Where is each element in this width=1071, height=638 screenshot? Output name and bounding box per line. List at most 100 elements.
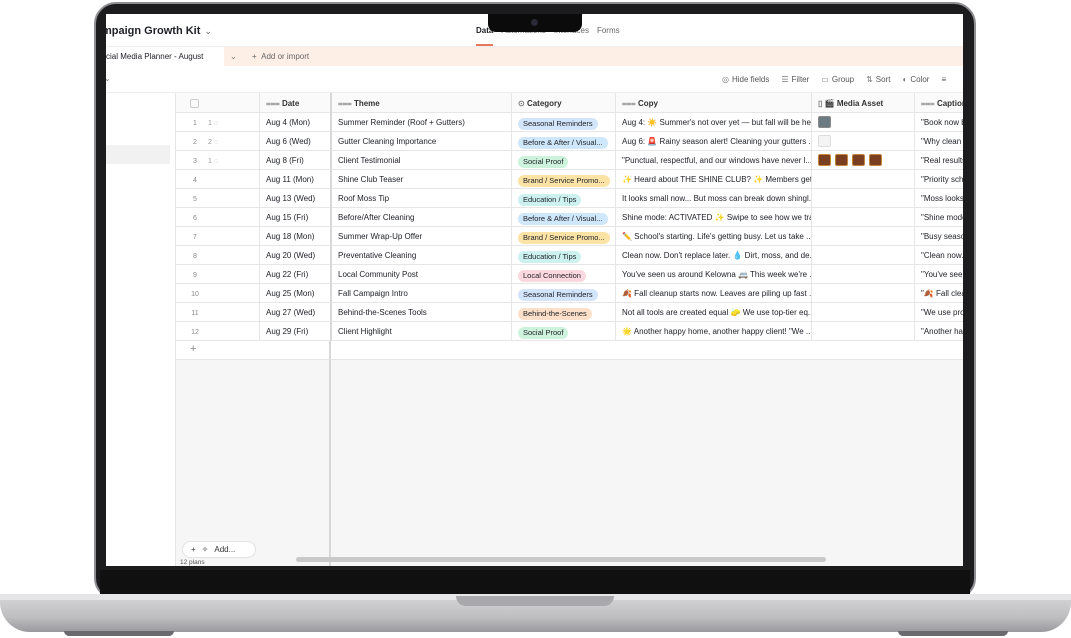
row-number-cell[interactable]: 5 <box>176 189 260 208</box>
caption-cell[interactable]: "Busy season <box>915 227 963 246</box>
row-number-cell[interactable]: 11 <box>176 303 260 322</box>
add-record-button[interactable]: + <box>176 341 331 360</box>
media-thumbnail[interactable] <box>818 135 831 147</box>
date-cell[interactable]: Aug 25 (Mon) <box>260 284 332 303</box>
media-thumbnail[interactable] <box>869 154 882 166</box>
copy-cell[interactable]: It looks small now... But moss can break… <box>616 189 812 208</box>
copy-cell[interactable]: Shine mode: ACTIVATED ✨ Swipe to see how… <box>616 208 812 227</box>
caption-cell[interactable]: "Clean now. D <box>915 246 963 265</box>
column-header-theme[interactable]: ⩶ Theme <box>332 93 512 113</box>
theme-cell[interactable]: Summer Wrap-Up Offer <box>332 227 512 246</box>
row-number-cell[interactable]: 6 <box>176 208 260 227</box>
date-cell[interactable]: Aug 22 (Fri) <box>260 265 332 284</box>
media-thumbnail[interactable] <box>852 154 865 166</box>
sort-button[interactable]: ⇅ Sort <box>866 75 890 84</box>
theme-cell[interactable]: Summer Reminder (Roof + Gutters) <box>332 113 512 132</box>
caption-cell[interactable]: "You've seen <box>915 265 963 284</box>
row-number-cell[interactable]: 31 ◌ <box>176 151 260 170</box>
category-cell[interactable]: Education / Tips <box>512 189 616 208</box>
media-asset-cell[interactable] <box>812 170 915 189</box>
media-asset-cell[interactable] <box>812 265 915 284</box>
row-number-cell[interactable]: 9 <box>176 265 260 284</box>
filter-button[interactable]: ☰ Filter <box>781 75 809 84</box>
column-header-caption[interactable]: ⩶ Caption A <box>915 93 963 113</box>
category-cell[interactable]: Seasonal Reminders <box>512 284 616 303</box>
base-name[interactable]: mpaign Growth Kit ⌄ <box>106 25 212 37</box>
caption-cell[interactable]: "Real results f <box>915 151 963 170</box>
media-asset-cell[interactable] <box>812 151 915 170</box>
theme-cell[interactable]: Gutter Cleaning Importance <box>332 132 512 151</box>
table-row[interactable]: 9 Aug 22 (Fri) Local Community Post Local C… <box>176 265 963 284</box>
date-cell[interactable]: Aug 27 (Wed) <box>260 303 332 322</box>
theme-cell[interactable]: Preventative Cleaning <box>332 246 512 265</box>
caption-cell[interactable]: "Shine mode: <box>915 208 963 227</box>
more-icon[interactable]: ≡ <box>941 75 946 84</box>
table-row[interactable]: 11 Aug 27 (Wed) Behind-the-Scenes Tools Beh… <box>176 303 963 322</box>
theme-cell[interactable]: Roof Moss Tip <box>332 189 512 208</box>
row-number-cell[interactable]: 22 ◌ <box>176 132 260 151</box>
select-all-header[interactable] <box>176 93 260 113</box>
theme-cell[interactable]: Shine Club Teaser <box>332 170 512 189</box>
copy-cell[interactable]: ✨ Heard about THE SHINE CLUB? ✨ Members … <box>616 170 812 189</box>
date-cell[interactable]: Aug 6 (Wed) <box>260 132 332 151</box>
date-cell[interactable]: Aug 11 (Mon) <box>260 170 332 189</box>
category-cell[interactable]: Brand / Service Promo... <box>512 170 616 189</box>
sidebar-selected-view[interactable] <box>106 145 170 164</box>
table-row[interactable]: 5 Aug 13 (Wed) Roof Moss Tip Education / Ti… <box>176 189 963 208</box>
copy-cell[interactable]: Aug 6: 🚨 Rainy season alert! Cleaning yo… <box>616 132 812 151</box>
copy-cell[interactable]: You've seen us around Kelowna 🚐 This wee… <box>616 265 812 284</box>
column-header-date[interactable]: ⩶ Date <box>260 93 332 113</box>
table-row[interactable]: 11 ◌ Aug 4 (Mon) Summer Reminder (Roof + G… <box>176 113 963 132</box>
horizontal-scrollbar[interactable] <box>296 557 826 562</box>
media-asset-cell[interactable] <box>812 303 915 322</box>
nav-forms[interactable]: Forms <box>597 26 620 35</box>
copy-cell[interactable]: Not all tools are created equal 🧽 We use… <box>616 303 812 322</box>
row-number-cell[interactable]: 12 <box>176 322 260 341</box>
row-number-cell[interactable]: 4 <box>176 170 260 189</box>
column-header-category[interactable]: ⊙ Category <box>512 93 616 113</box>
copy-cell[interactable]: "Punctual, respectful, and our windows h… <box>616 151 812 170</box>
media-thumbnail[interactable] <box>818 116 831 128</box>
category-cell[interactable]: Education / Tips <box>512 246 616 265</box>
category-cell[interactable]: Behind-the-Scenes <box>512 303 616 322</box>
date-cell[interactable]: Aug 13 (Wed) <box>260 189 332 208</box>
category-cell[interactable]: Brand / Service Promo... <box>512 227 616 246</box>
date-cell[interactable]: Aug 4 (Mon) <box>260 113 332 132</box>
copy-cell[interactable]: 🌟 Another happy home, another happy clie… <box>616 322 812 341</box>
date-cell[interactable]: Aug 20 (Wed) <box>260 246 332 265</box>
caption-cell[interactable]: "Priority sche <box>915 170 963 189</box>
caption-cell[interactable]: "Another happ <box>915 322 963 341</box>
category-cell[interactable]: Seasonal Reminders <box>512 113 616 132</box>
table-row[interactable]: 10 Aug 25 (Mon) Fall Campaign Intro Seasona… <box>176 284 963 303</box>
date-cell[interactable]: Aug 29 (Fri) <box>260 322 332 341</box>
media-asset-cell[interactable] <box>812 208 915 227</box>
media-asset-cell[interactable] <box>812 246 915 265</box>
theme-cell[interactable]: Local Community Post <box>332 265 512 284</box>
add-menu-button[interactable]: + ✧ Add... <box>182 541 256 558</box>
date-cell[interactable]: Aug 8 (Fri) <box>260 151 332 170</box>
table-row[interactable]: 31 ◌ Aug 8 (Fri) Client Testimonial Social … <box>176 151 963 170</box>
copy-cell[interactable]: 🍂 Fall cleanup starts now. Leaves are pi… <box>616 284 812 303</box>
theme-cell[interactable]: Before/After Cleaning <box>332 208 512 227</box>
date-cell[interactable]: Aug 18 (Mon) <box>260 227 332 246</box>
column-header-media-asset[interactable]: ▯ 🎬 Media Asset <box>812 93 915 113</box>
table-row[interactable]: 8 Aug 20 (Wed) Preventative Cleaning Educat… <box>176 246 963 265</box>
caption-cell[interactable]: "Why clean yo <box>915 132 963 151</box>
category-cell[interactable]: Before & After / Visual... <box>512 132 616 151</box>
color-button[interactable]: ◐ Color <box>902 75 929 84</box>
table-row[interactable]: 7 Aug 18 (Mon) Summer Wrap-Up Offer Brand /… <box>176 227 963 246</box>
media-asset-cell[interactable] <box>812 132 915 151</box>
caption-cell[interactable]: "Moss looks s <box>915 189 963 208</box>
media-asset-cell[interactable] <box>812 322 915 341</box>
table-row[interactable]: 22 ◌ Aug 6 (Wed) Gutter Cleaning Importanc… <box>176 132 963 151</box>
add-import-button[interactable]: + Add or import <box>252 52 309 61</box>
theme-cell[interactable]: Client Testimonial <box>332 151 512 170</box>
column-header-copy[interactable]: ⩶ Copy <box>616 93 812 113</box>
caption-cell[interactable]: "We use pro t <box>915 303 963 322</box>
table-row[interactable]: 6 Aug 15 (Fri) Before/After Cleaning Before… <box>176 208 963 227</box>
row-number-cell[interactable]: 10 <box>176 284 260 303</box>
row-number-cell[interactable]: 8 <box>176 246 260 265</box>
table-row[interactable]: 12 Aug 29 (Fri) Client Highlight Social Pro… <box>176 322 963 341</box>
hide-fields-button[interactable]: ◎ Hide fields <box>722 75 769 84</box>
media-asset-cell[interactable] <box>812 113 915 132</box>
